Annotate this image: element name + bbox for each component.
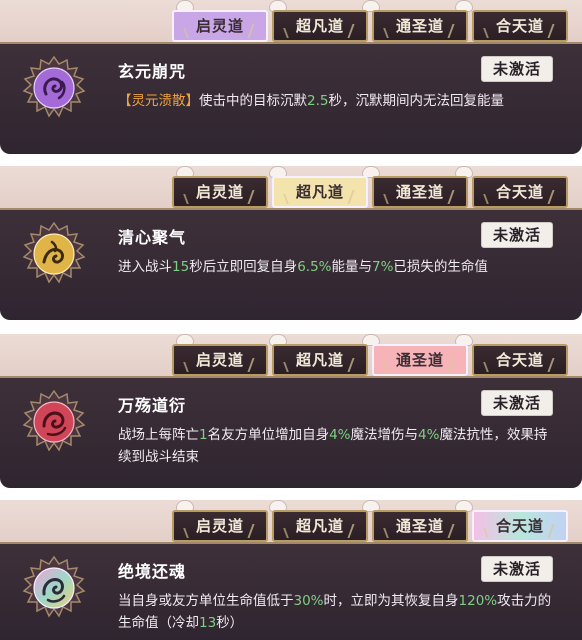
desc-text: 时，立即为其恢复自身 — [323, 593, 459, 609]
desc-bracket: 】 — [185, 93, 200, 109]
tab-label: 合天道 — [495, 517, 544, 535]
desc-value: 30% — [293, 593, 324, 609]
tab-hetiandao[interactable]: 合天道 — [472, 10, 568, 42]
skill-description: 进入战斗15秒后立即回复自身6.5%能量与7%已损失的生命值 — [118, 256, 558, 278]
skill-title: 万殇道衍 — [118, 396, 187, 415]
tab-hetiandao[interactable]: 合天道 — [472, 510, 568, 542]
desc-text: 已损失的生命值 — [393, 259, 488, 275]
path-tab-bar: 启灵道 超凡道 通圣道 合天道 — [0, 500, 582, 542]
tab-label: 超凡道 — [295, 17, 344, 35]
tab-label: 通圣道 — [395, 351, 444, 369]
skill-card: 清心聚气 未激活 进入战斗15秒后立即回复自身6.5%能量与7%已损失的生命值 — [0, 208, 582, 320]
panel-divider — [0, 488, 582, 500]
tab-chaofandao[interactable]: 超凡道 — [272, 344, 368, 376]
skill-card: 万殇道衍 未激活 战场上每阵亡1名友方单位增加自身4%魔法增伤与4%魔法抗性，效… — [0, 376, 582, 488]
tab-label: 启灵道 — [195, 351, 244, 369]
skill-panel: 启灵道 超凡道 通圣道 合天道 绝境还魂 未激活 当自身或友方单位生命值低于30… — [0, 500, 582, 640]
desc-value: 1 — [199, 427, 208, 443]
tab-label: 启灵道 — [195, 183, 244, 201]
desc-tag: 灵元溃散 — [131, 93, 186, 109]
status-badge: 未激活 — [481, 390, 553, 416]
tab-label: 超凡道 — [295, 183, 344, 201]
desc-text: 战场上每阵亡 — [118, 427, 199, 443]
tab-hetiandao[interactable]: 合天道 — [472, 344, 568, 376]
tab-qilingdao[interactable]: 启灵道 — [172, 344, 268, 376]
skill-title: 绝境还魂 — [118, 562, 187, 581]
status-badge: 未激活 — [481, 222, 553, 248]
status-badge: 未激活 — [481, 556, 553, 582]
path-tab-bar: 启灵道 超凡道 通圣道 合天道 — [0, 334, 582, 376]
desc-value: 2.5 — [307, 93, 329, 109]
tab-label: 通圣道 — [395, 183, 444, 201]
panel-divider — [0, 320, 582, 334]
tab-chaofandao[interactable]: 超凡道 — [272, 510, 368, 542]
tab-label: 通圣道 — [395, 17, 444, 35]
skill-description: 【灵元溃散】使击中的目标沉默2.5秒，沉默期间内无法回复能量 — [118, 90, 558, 112]
tab-chaofandao[interactable]: 超凡道 — [272, 10, 368, 42]
skill-panel: 启灵道 超凡道 通圣道 合天道 清心聚气 未激活 进入战斗15秒后立即回复自身6… — [0, 166, 582, 320]
tab-label: 合天道 — [495, 183, 544, 201]
desc-text: 使击中的目标沉默 — [199, 93, 307, 109]
skill-card: 玄元崩咒 未激活 【灵元溃散】使击中的目标沉默2.5秒，沉默期间内无法回复能量 — [0, 42, 582, 154]
skill-title: 玄元崩咒 — [118, 62, 187, 81]
skill-panel: 启灵道 超凡道 通圣道 合天道 万殇道衍 未激活 战场上每阵亡1名友方单位增加自… — [0, 334, 582, 488]
rainbow-swirl-emblem-icon — [22, 556, 86, 618]
panel-divider — [0, 154, 582, 166]
desc-text: 魔法增伤与 — [350, 427, 419, 443]
desc-text: 名友方单位增加自身 — [207, 427, 330, 443]
desc-text: 秒后立即回复自身 — [189, 259, 298, 275]
desc-value: 6.5% — [297, 259, 332, 275]
tab-label: 启灵道 — [195, 517, 244, 535]
tab-hetiandao[interactable]: 合天道 — [472, 176, 568, 208]
tab-label: 合天道 — [495, 17, 544, 35]
path-tab-bar: 启灵道 超凡道 通圣道 合天道 — [0, 0, 582, 42]
tab-label: 合天道 — [495, 351, 544, 369]
desc-value: 120% — [458, 593, 498, 609]
tab-tongshengdao[interactable]: 通圣道 — [372, 344, 468, 376]
tab-tongshengdao[interactable]: 通圣道 — [372, 176, 468, 208]
desc-text: 能量与 — [331, 259, 373, 275]
path-tab-bar: 启灵道 超凡道 通圣道 合天道 — [0, 166, 582, 208]
skill-title: 清心聚气 — [118, 228, 187, 247]
purple-swirl-emblem-icon — [22, 56, 86, 118]
desc-text: 秒，沉默期间内无法回复能量 — [328, 93, 504, 109]
tab-tongshengdao[interactable]: 通圣道 — [372, 10, 468, 42]
red-swirl-emblem-icon — [22, 390, 86, 452]
tab-qilingdao[interactable]: 启灵道 — [172, 176, 268, 208]
desc-bracket: 【 — [118, 93, 132, 109]
tab-label: 超凡道 — [295, 517, 344, 535]
skill-panel: 启灵道 超凡道 通圣道 合天道 玄元崩咒 未激活 【灵元溃散】使击中的目标沉默2… — [0, 0, 582, 154]
desc-value: 7% — [372, 259, 394, 275]
desc-value: 13 — [199, 615, 217, 631]
desc-value: 4% — [329, 427, 351, 443]
tab-qilingdao[interactable]: 启灵道 — [172, 10, 268, 42]
tab-tongshengdao[interactable]: 通圣道 — [372, 510, 468, 542]
desc-value: 4% — [418, 427, 440, 443]
tab-chaofandao[interactable]: 超凡道 — [272, 176, 368, 208]
skill-card: 绝境还魂 未激活 当自身或友方单位生命值低于30%时，立即为其恢复自身120%攻… — [0, 542, 582, 640]
tab-label: 启灵道 — [195, 17, 244, 35]
tab-label: 超凡道 — [295, 351, 344, 369]
status-badge: 未激活 — [481, 56, 553, 82]
desc-value: 15 — [172, 259, 190, 275]
tab-label: 通圣道 — [395, 517, 444, 535]
skill-description: 当自身或友方单位生命值低于30%时，立即为其恢复自身120%攻击力的生命值（冷却… — [118, 590, 558, 634]
skill-description: 战场上每阵亡1名友方单位增加自身4%魔法增伤与4%魔法抗性，效果持续到战斗结束 — [118, 424, 558, 468]
desc-text: 进入战斗 — [118, 259, 172, 275]
desc-text: 当自身或友方单位生命值低于 — [118, 593, 294, 609]
desc-text: 秒） — [216, 615, 244, 631]
tab-qilingdao[interactable]: 启灵道 — [172, 510, 268, 542]
gold-swirl-emblem-icon — [22, 222, 86, 284]
